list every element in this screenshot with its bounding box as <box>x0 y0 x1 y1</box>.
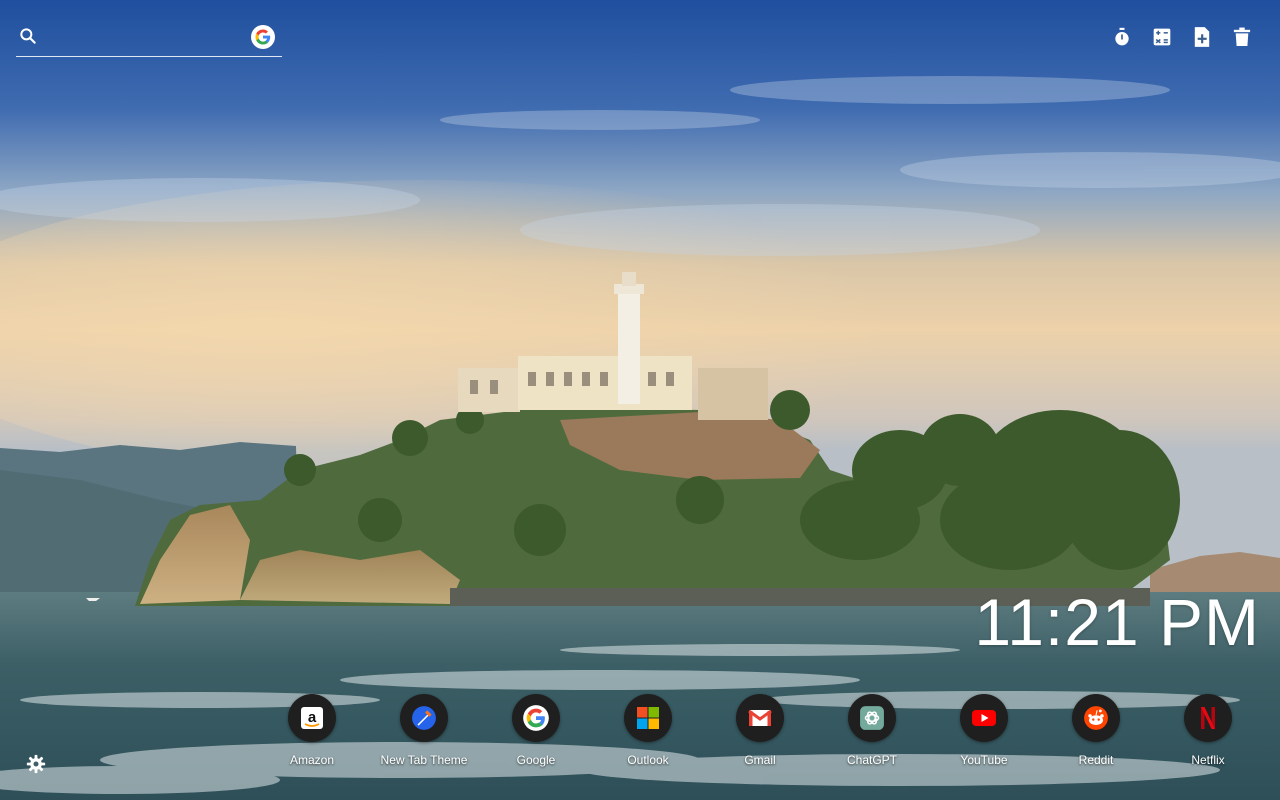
outlook-icon <box>624 694 672 742</box>
gear-icon[interactable] <box>26 754 46 774</box>
amazon-icon: a <box>288 694 336 742</box>
shortcut-gmail[interactable]: Gmail <box>704 694 816 767</box>
shortcuts-bar: a Amazon New Tab Theme Google Outlook Gm… <box>256 694 1264 774</box>
toolbar <box>1110 26 1254 48</box>
calculator-icon[interactable] <box>1150 26 1174 48</box>
shortcut-outlook[interactable]: Outlook <box>592 694 704 767</box>
shortcut-reddit[interactable]: Reddit <box>1040 694 1152 767</box>
shortcut-chatgpt[interactable]: ChatGPT <box>816 694 928 767</box>
shortcut-netflix[interactable]: Netflix <box>1152 694 1264 767</box>
shortcut-label: ChatGPT <box>846 753 897 767</box>
chatgpt-icon <box>848 694 896 742</box>
new-tab-theme-icon <box>400 694 448 742</box>
search-icon <box>20 28 36 44</box>
stopwatch-icon[interactable] <box>1110 26 1134 48</box>
shortcut-label: Gmail <box>744 753 776 767</box>
netflix-icon <box>1184 694 1232 742</box>
google-icon[interactable] <box>251 25 275 49</box>
shortcut-label: Google <box>516 753 556 767</box>
shortcut-label: Reddit <box>1078 753 1114 767</box>
trash-icon[interactable] <box>1230 26 1254 48</box>
shortcut-new-tab-theme[interactable]: New Tab Theme <box>368 694 480 767</box>
shortcut-label: Outlook <box>627 753 669 767</box>
add-note-icon[interactable] <box>1190 26 1214 48</box>
search-input[interactable] <box>50 24 244 50</box>
shortcut-label: YouTube <box>960 753 1008 767</box>
clock-time: 11:21 PM <box>974 585 1260 659</box>
reddit-icon <box>1072 694 1120 742</box>
gmail-icon <box>736 694 784 742</box>
shortcut-youtube[interactable]: YouTube <box>928 694 1040 767</box>
search-bar[interactable] <box>16 20 282 57</box>
svg-text:a: a <box>308 709 317 726</box>
shortcut-label: New Tab Theme <box>380 753 468 767</box>
shortcut-label: Amazon <box>289 753 335 767</box>
wallpaper-image <box>0 0 1280 800</box>
shortcut-google[interactable]: Google <box>480 694 592 767</box>
google-icon <box>512 694 560 742</box>
youtube-icon <box>960 694 1008 742</box>
shortcut-amazon[interactable]: a Amazon <box>256 694 368 767</box>
shortcut-label: Netflix <box>1191 753 1225 767</box>
